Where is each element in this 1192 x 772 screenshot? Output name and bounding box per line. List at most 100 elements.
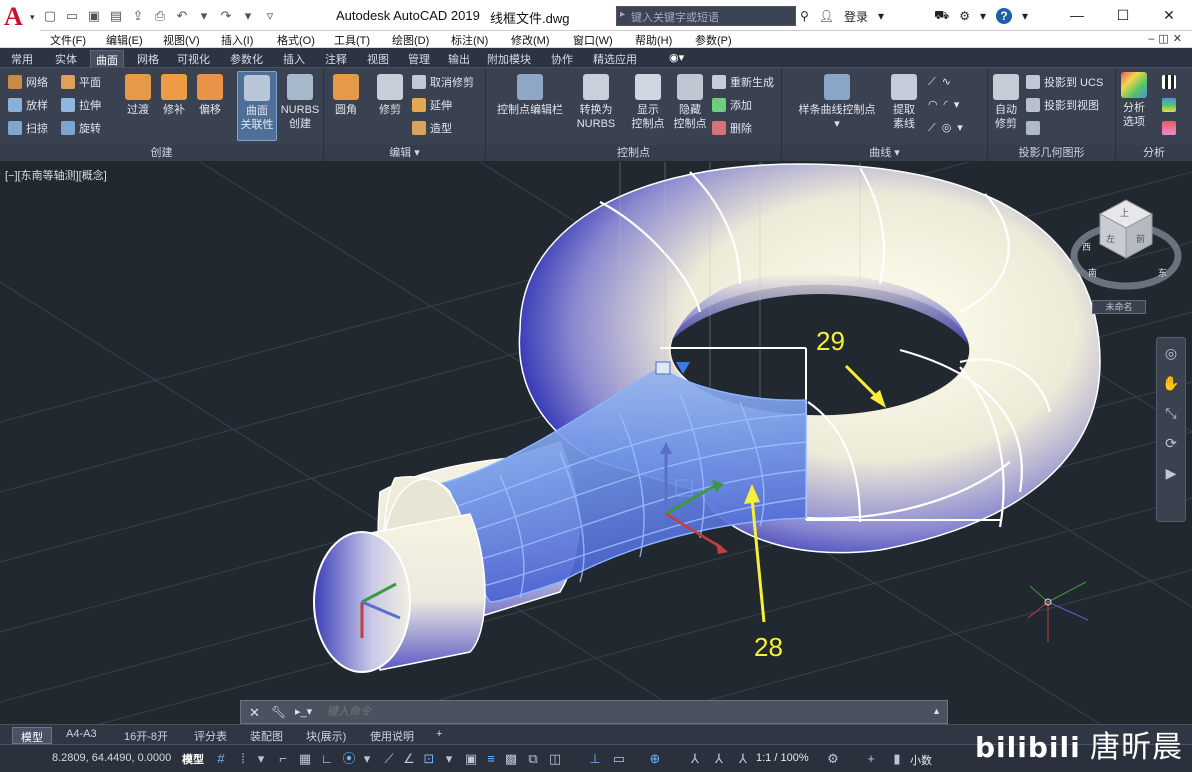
- object-snap-tracking-icon[interactable]: ∠: [400, 750, 418, 767]
- gizmo-icon[interactable]: ⊕: [646, 750, 664, 767]
- redo-dropdown-icon[interactable]: ▾: [240, 8, 256, 24]
- project-to-ucs-button[interactable]: 投影到 UCS: [1026, 75, 1103, 90]
- sculpt-button[interactable]: 造型: [412, 121, 452, 136]
- offset-button[interactable]: 偏移: [192, 74, 228, 117]
- user-icon[interactable]: 👤︎: [819, 9, 834, 23]
- maximize-icon[interactable]: ☐: [1100, 0, 1146, 31]
- add-cv-button[interactable]: 添加: [712, 98, 752, 113]
- tab-surface[interactable]: 曲面: [90, 50, 124, 68]
- add-layout-icon[interactable]: +: [428, 727, 450, 744]
- polar-tracking-icon[interactable]: ⦿: [340, 750, 358, 767]
- untrim-button[interactable]: 取消修剪: [412, 75, 474, 90]
- planar-button[interactable]: 平面: [61, 75, 101, 90]
- workspace-switching-icon[interactable]: ⚙: [824, 750, 842, 767]
- convert-to-nurbs-button[interactable]: 转换为 NURBS: [574, 74, 618, 131]
- tab-parametric[interactable]: 参数化: [225, 50, 268, 68]
- steering-wheel-icon[interactable]: ◎: [1157, 338, 1185, 368]
- viewport-controls-label[interactable]: [−][东南等轴测][概念]: [5, 167, 107, 183]
- viewcube-front[interactable]: 前: [1136, 232, 1145, 245]
- selection-filter-icon[interactable]: ▭: [610, 750, 628, 767]
- transparency-icon[interactable]: ▩: [502, 750, 520, 767]
- plot-icon[interactable]: ⎙: [152, 8, 168, 24]
- snap-icon[interactable]: ⁞: [234, 750, 252, 767]
- dynamic-input-icon[interactable]: ▦: [296, 750, 314, 767]
- curve-tools-row-1[interactable]: ⟋∿: [928, 75, 957, 89]
- show-cv-button[interactable]: 显示 控制点: [626, 74, 670, 131]
- menu-file[interactable]: 文件(F): [50, 32, 86, 48]
- extend-button[interactable]: 延伸: [412, 98, 452, 113]
- tab-visualize[interactable]: 可视化: [172, 50, 215, 68]
- fillet-button[interactable]: 圆角: [328, 74, 364, 117]
- viewcube[interactable]: 上 左 前 南 东 西: [1066, 196, 1186, 306]
- ribbon-toggle-icon[interactable]: ◉▾: [664, 50, 689, 68]
- publish-icon[interactable]: ⇪: [130, 8, 146, 24]
- undo-dropdown-icon[interactable]: ▾: [196, 8, 212, 24]
- curve-tools-row-2[interactable]: ◠◜▾: [928, 98, 965, 112]
- model-svg[interactable]: [0, 162, 1192, 724]
- command-history-icon[interactable]: ▲: [932, 706, 941, 716]
- tab-layout-score[interactable]: 评分表: [186, 727, 235, 744]
- analysis-options-button[interactable]: 分析 选项: [1118, 72, 1150, 129]
- menu-window[interactable]: 窗口(W): [573, 32, 613, 48]
- tab-output[interactable]: 输出: [443, 50, 475, 68]
- model-space-button[interactable]: 模型: [182, 751, 204, 767]
- wcs-menu[interactable]: 未命名: [1092, 300, 1146, 314]
- 3d-object-snap-icon[interactable]: ◫: [546, 750, 564, 767]
- viewcube-west[interactable]: 西: [1082, 240, 1091, 253]
- new-file-icon[interactable]: ▢: [42, 8, 58, 24]
- pan-icon[interactable]: ✋: [1157, 368, 1185, 398]
- tab-layout-assembly[interactable]: 装配图: [242, 727, 291, 744]
- tab-layout-blocks[interactable]: 块(展示): [298, 727, 354, 744]
- orbit-icon[interactable]: ⟳: [1157, 428, 1185, 458]
- zoom-extents-icon[interactable]: ⤡: [1157, 398, 1185, 428]
- minimize-icon[interactable]: —: [1054, 0, 1100, 31]
- save-as-icon[interactable]: ▤: [108, 8, 124, 24]
- menu-format[interactable]: 格式(O): [277, 32, 315, 48]
- hide-cv-button[interactable]: 隐藏 控制点: [668, 74, 712, 131]
- patch-button[interactable]: 修补: [156, 74, 192, 117]
- curvature-analysis-button[interactable]: [1162, 98, 1180, 113]
- viewcube-east[interactable]: 东: [1158, 266, 1167, 279]
- close-icon[interactable]: ✕: [249, 705, 260, 721]
- tab-mesh[interactable]: 网格: [132, 50, 164, 68]
- tab-annotate[interactable]: 注释: [320, 50, 352, 68]
- annotation-scale[interactable]: 1:1 / 100%: [756, 752, 809, 764]
- rebuild-button[interactable]: 重新生成: [712, 75, 774, 90]
- cv-edit-bar-button[interactable]: 控制点编辑栏: [490, 74, 570, 117]
- sweep-button[interactable]: 扫掠: [8, 121, 48, 136]
- viewcube-top[interactable]: 上: [1120, 206, 1129, 219]
- redo-icon[interactable]: ↷: [218, 8, 234, 24]
- snap-dropdown-icon[interactable]: ▾: [252, 750, 270, 767]
- tab-featured-apps[interactable]: 精选应用: [588, 50, 642, 68]
- blend-surface[interactable]: [439, 367, 807, 603]
- autodesk-app-store-icon[interactable]: ⛟: [934, 8, 949, 24]
- draft-analysis-button[interactable]: [1162, 121, 1180, 136]
- mdi-controls[interactable]: –◫✕: [1148, 32, 1186, 45]
- ortho-icon[interactable]: ∟: [318, 750, 336, 767]
- remove-cv-button[interactable]: 删除: [712, 121, 752, 136]
- command-input[interactable]: [327, 704, 917, 720]
- login-link[interactable]: 登录: [844, 8, 868, 25]
- auto-scale-icon[interactable]: ⅄: [710, 750, 728, 767]
- curve-tools-row-3[interactable]: ⟋◎▾: [928, 121, 969, 135]
- close-icon[interactable]: ✕: [1146, 0, 1192, 31]
- coordinates-readout[interactable]: 8.2809, 64.4490, 0.0000: [52, 752, 171, 764]
- panel-edit-title[interactable]: 编辑 ▾: [324, 145, 485, 161]
- loft-button[interactable]: 放样: [8, 98, 48, 113]
- login-dropdown-icon[interactable]: ▾: [878, 9, 884, 23]
- customize-qat-icon[interactable]: ▿: [262, 8, 278, 24]
- drawing-viewport[interactable]: [−][东南等轴测][概念] 29 28 上 左 前 南 东 西 未命名 ◎ ✋…: [0, 162, 1192, 724]
- infer-constraints-icon[interactable]: ⌐: [274, 750, 292, 767]
- blend-button[interactable]: 过渡: [120, 74, 156, 117]
- project-to-view-button[interactable]: 投影到视图: [1026, 98, 1099, 113]
- trim-button[interactable]: 修剪: [372, 74, 408, 117]
- menu-draw[interactable]: 绘图(D): [392, 32, 429, 48]
- command-prompt-icon[interactable]: ▸_▾: [295, 705, 312, 718]
- showmotion-icon[interactable]: ▶: [1157, 458, 1185, 488]
- annotation-monitor-icon[interactable]: +: [862, 750, 880, 767]
- a360-dropdown-icon[interactable]: ▾: [980, 9, 986, 23]
- tab-view[interactable]: 视图: [362, 50, 394, 68]
- menu-edit[interactable]: 编辑(E): [106, 32, 143, 48]
- menu-modify[interactable]: 修改(M): [511, 32, 550, 48]
- a360-icon[interactable]: ⚙: [959, 9, 970, 23]
